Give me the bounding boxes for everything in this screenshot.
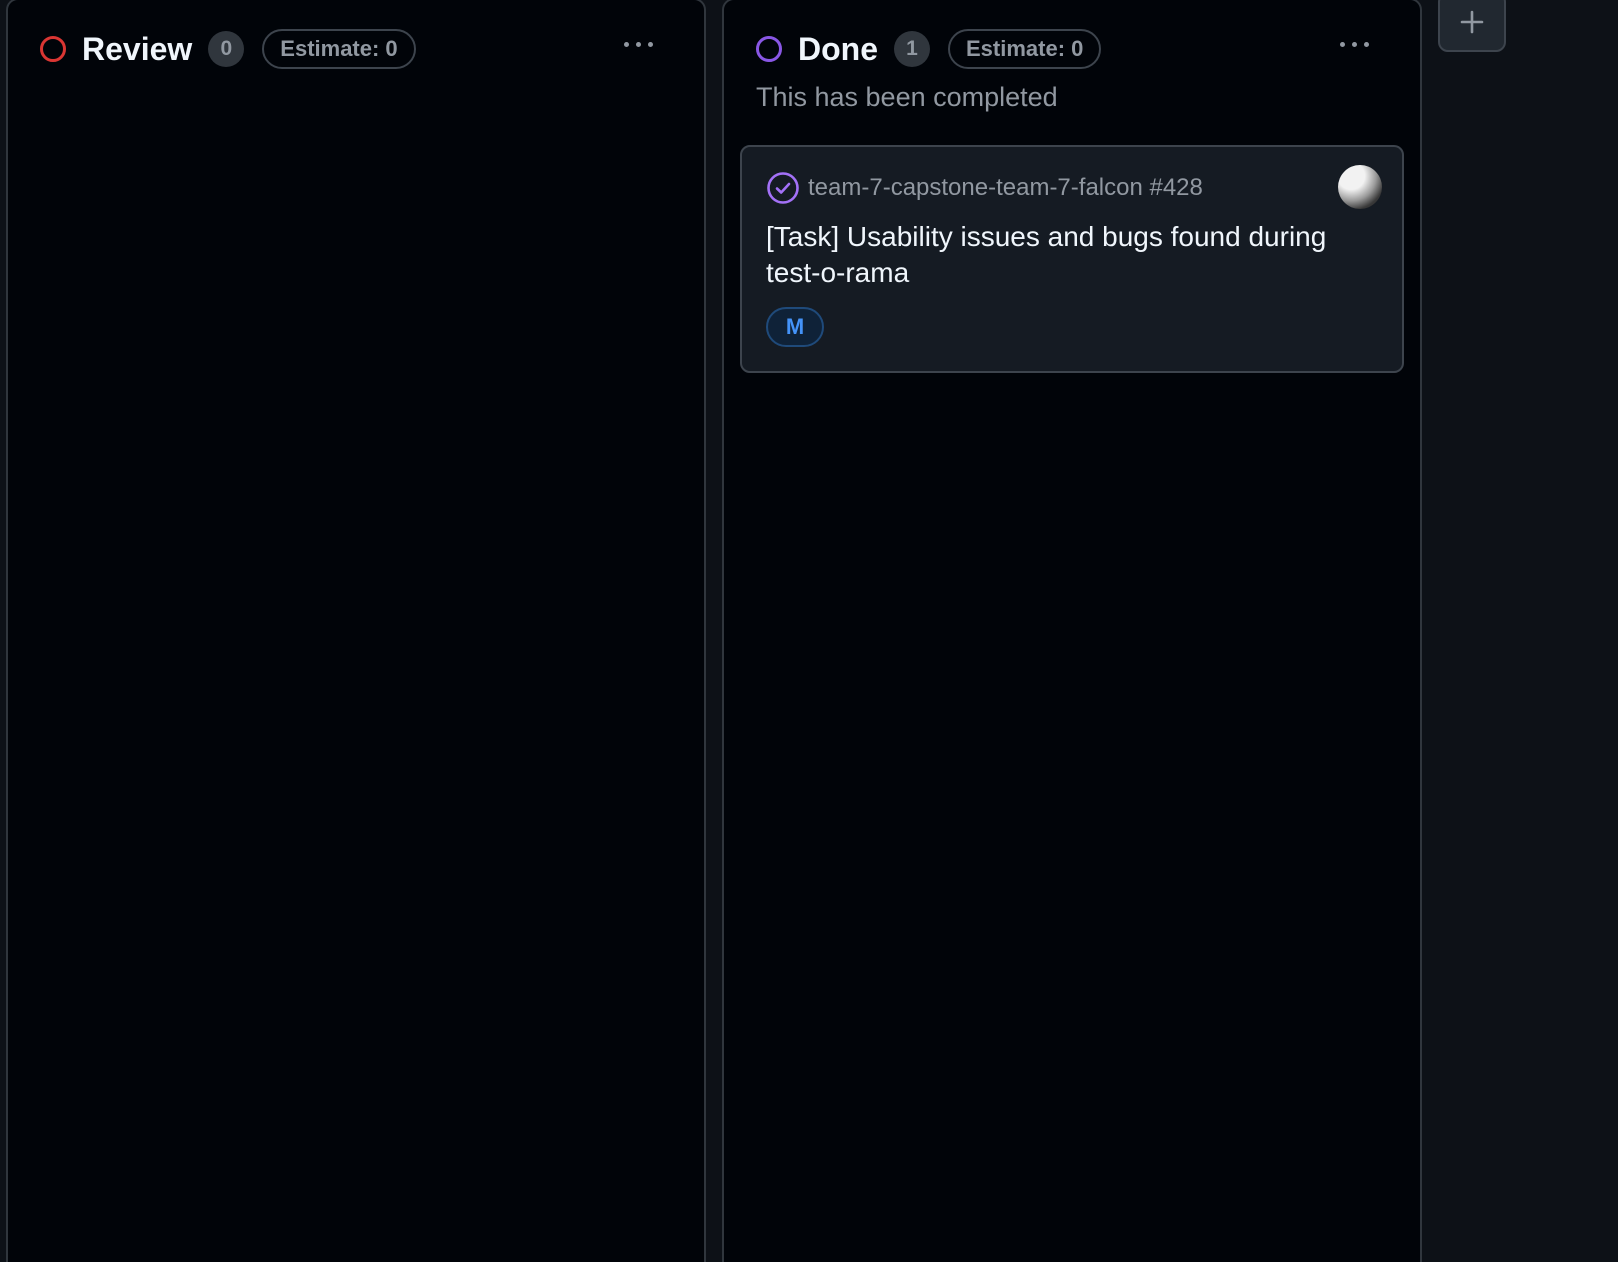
column-menu-button[interactable] — [1330, 28, 1378, 60]
column-title: Done — [798, 30, 878, 67]
column-title: Review — [82, 30, 193, 67]
column-done: Done 1 Estimate: 0 This has been complet… — [722, 0, 1422, 1262]
estimate-pill: Estimate: 0 — [948, 29, 1102, 69]
circle-outline-icon — [40, 36, 66, 62]
column-review: Review 0 Estimate: 0 — [6, 0, 706, 1262]
kebab-horizontal-icon — [620, 41, 656, 47]
size-label: M — [766, 307, 824, 347]
column-menu-button[interactable] — [614, 28, 662, 60]
add-column-button[interactable] — [1438, 0, 1506, 52]
plus-icon — [1460, 10, 1484, 34]
kebab-horizontal-icon — [1336, 41, 1372, 47]
estimate-pill: Estimate: 0 — [262, 29, 416, 69]
card-repo-link[interactable]: team-7-capstone-team-7-falcon #428 — [808, 174, 1203, 202]
column-header: Review 0 Estimate: 0 — [40, 28, 416, 70]
card-meta: team-7-capstone-team-7-falcon #428 — [766, 171, 1203, 205]
card-title[interactable]: [Task] Usability issues and bugs found d… — [766, 219, 1366, 291]
avatar[interactable] — [1338, 165, 1382, 209]
project-board: Review 0 Estimate: 0 Done 1 Estimate: 0 … — [0, 0, 1618, 1262]
item-count-badge: 0 — [208, 31, 245, 67]
column-header: Done 1 Estimate: 0 — [756, 28, 1102, 70]
item-count-badge: 1 — [894, 31, 930, 67]
issue-card[interactable]: team-7-capstone-team-7-falcon #428 [Task… — [740, 145, 1404, 373]
column-description: This has been completed — [756, 82, 1058, 112]
issue-closed-check-icon — [767, 172, 799, 204]
circle-outline-icon — [756, 36, 782, 62]
